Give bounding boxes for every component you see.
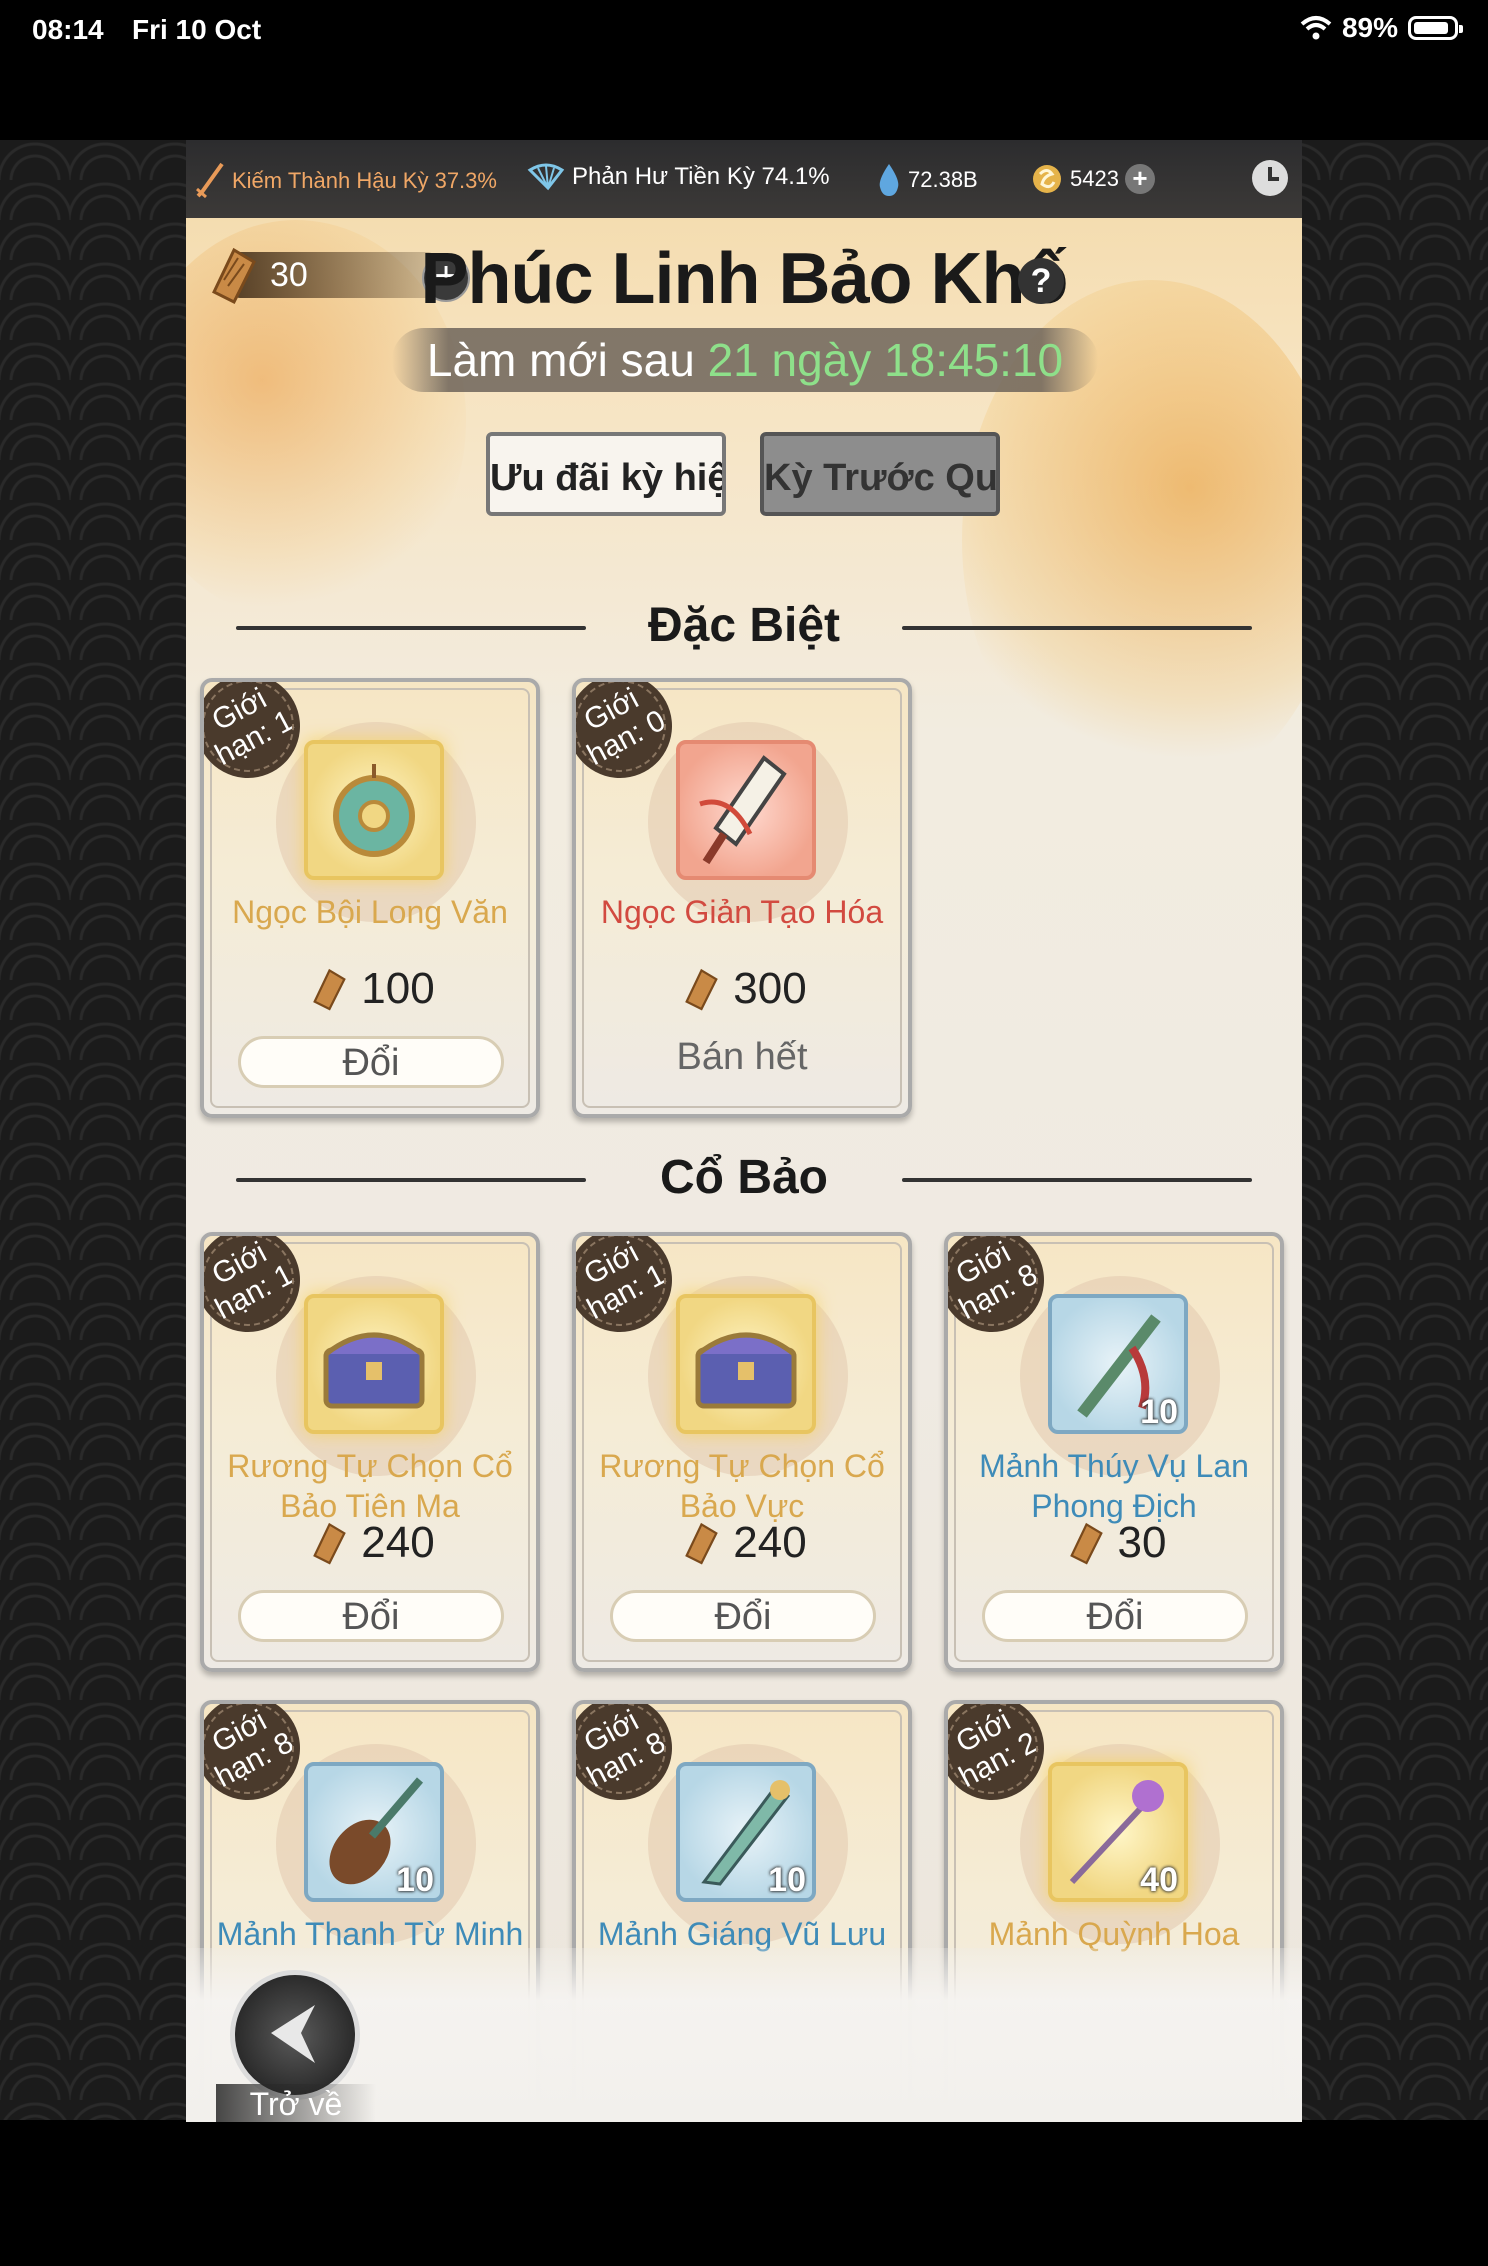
scroll-token-icon bbox=[1069, 1522, 1103, 1565]
jade-pendant-icon bbox=[304, 740, 444, 880]
jade-slip-icon bbox=[676, 740, 816, 880]
wifi-icon bbox=[1300, 16, 1332, 40]
flute-fragment-icon: 10 bbox=[1048, 1294, 1188, 1434]
resource-secondary: Phản Hư Tiền Kỳ 74.1% bbox=[526, 162, 830, 192]
status-time: 08:14 bbox=[32, 14, 104, 45]
game-screen: Kiếm Thành Hậu Kỳ 37.3% Phản Hư Tiền Kỳ … bbox=[186, 140, 1302, 2122]
sword-fragment-icon: 10 bbox=[676, 1762, 816, 1902]
resource-currency: 5423 + bbox=[1030, 162, 1155, 196]
sword-icon bbox=[196, 162, 224, 199]
shop-item-card: 10 Giới hạn: 8 Mảnh Thúy Vụ Lan Phong Đị… bbox=[944, 1232, 1284, 1672]
price-value: 100 bbox=[361, 964, 435, 1013]
item-price: 100 bbox=[204, 964, 536, 1014]
gold-coin-icon bbox=[1033, 165, 1061, 193]
add-currency-button[interactable]: + bbox=[1124, 164, 1155, 194]
item-name: Rương Tự Chọn Cổ Bảo Tiên Ma bbox=[227, 1448, 513, 1524]
battery-percent: 89% bbox=[1341, 12, 1398, 43]
item-price: 240 bbox=[204, 1518, 536, 1568]
price-value: 240 bbox=[733, 1518, 807, 1567]
help-icon[interactable]: ? bbox=[1018, 258, 1064, 304]
scroll-token-icon bbox=[685, 968, 719, 1011]
exchange-button[interactable]: Đổi bbox=[610, 1590, 876, 1642]
shop-item-card: Giới hạn: 1 Ngọc Bội Long Văn 100 Đổi bbox=[200, 678, 540, 1118]
item-name: Ngọc Bội Long Văn bbox=[232, 894, 508, 930]
shop-item-card: Giới hạn: 0 Ngọc Giản Tạo Hóa 300 Bán hế… bbox=[572, 678, 912, 1118]
exchange-button[interactable]: Đổi bbox=[982, 1590, 1248, 1642]
scroll-token-icon bbox=[313, 968, 347, 1011]
water-drop-icon bbox=[879, 164, 899, 196]
resource-secondary-text: Phản Hư Tiền Kỳ 74.1% bbox=[572, 163, 830, 190]
refresh-timer: Làm mới sau 21 ngày 18:45:10 bbox=[392, 328, 1098, 392]
currency-amount: 5423 bbox=[1070, 166, 1119, 191]
item-name: Ngọc Giản Tạo Hóa bbox=[600, 894, 884, 930]
tab-previous-period[interactable]: Kỳ Trước Quay Lại bbox=[760, 432, 1000, 516]
item-quantity: 10 bbox=[1140, 1393, 1178, 1431]
section-title-treasure: Cổ Bảo bbox=[660, 1151, 828, 1204]
exchange-button[interactable]: Đổi bbox=[238, 1590, 504, 1642]
shop-item-card: Giới hạn: 1 Rương Tự Chọn Cổ Bảo Tiên Ma… bbox=[200, 1232, 540, 1672]
lute-fragment-icon: 10 bbox=[304, 1762, 444, 1902]
item-name: Mảnh Thúy Vụ Lan Phong Địch bbox=[979, 1448, 1249, 1524]
back-label: Trở về bbox=[216, 2084, 376, 2122]
item-quantity: 40 bbox=[1140, 1861, 1178, 1899]
status-right: 89% bbox=[1300, 12, 1463, 44]
price-value: 300 bbox=[733, 964, 807, 1013]
sold-out-label: Bán hết bbox=[676, 1036, 808, 1078]
resource-spirit-water: 72.38B bbox=[876, 162, 978, 198]
clock-icon[interactable] bbox=[1252, 160, 1288, 196]
section-title-special: Đặc Biệt bbox=[647, 599, 841, 652]
refresh-label: Làm mới sau bbox=[426, 334, 695, 386]
tab-current-period[interactable]: Ưu đãi kỳ hiện tại bbox=[486, 432, 726, 516]
fan-icon bbox=[527, 163, 565, 191]
refresh-countdown: 21 ngày 18:45:10 bbox=[707, 334, 1064, 386]
back-arrow-icon bbox=[230, 1970, 360, 2100]
item-quantity: 10 bbox=[396, 1861, 434, 1899]
status-date: Fri 10 Oct bbox=[132, 14, 262, 45]
exchange-button[interactable]: Đổi bbox=[238, 1036, 504, 1088]
scroll-token-icon bbox=[685, 1522, 719, 1565]
treasure-chest-icon bbox=[304, 1294, 444, 1434]
resource-cultivation-text: Kiếm Thành Hậu Kỳ 37.3% bbox=[232, 168, 497, 193]
item-price: 240 bbox=[576, 1518, 908, 1568]
battery-icon bbox=[1408, 16, 1463, 40]
resource-bar: Kiếm Thành Hậu Kỳ 37.3% Phản Hư Tiền Kỳ … bbox=[186, 140, 1302, 218]
back-button[interactable]: Trở về bbox=[216, 1970, 376, 2122]
status-bar: 08:14 Fri 10 Oct 89% bbox=[0, 0, 1488, 64]
item-name: Rương Tự Chọn Cổ Bảo Vực bbox=[599, 1448, 885, 1524]
page-title: Phúc Linh Bảo Khố bbox=[420, 239, 1069, 319]
item-price: 30 bbox=[948, 1518, 1280, 1568]
staff-fragment-icon: 40 bbox=[1048, 1762, 1188, 1902]
spirit-water-amount: 72.38B bbox=[908, 167, 978, 192]
resource-cultivation: Kiếm Thành Hậu Kỳ 37.3% bbox=[194, 162, 497, 200]
treasure-chest-icon bbox=[676, 1294, 816, 1434]
item-quantity: 10 bbox=[768, 1861, 806, 1899]
shop-item-card: Giới hạn: 1 Rương Tự Chọn Cổ Bảo Vực 240… bbox=[572, 1232, 912, 1672]
price-value: 30 bbox=[1117, 1518, 1167, 1567]
scroll-token-icon bbox=[313, 1522, 347, 1565]
item-price: 300 bbox=[576, 964, 908, 1014]
price-value: 240 bbox=[361, 1518, 435, 1567]
